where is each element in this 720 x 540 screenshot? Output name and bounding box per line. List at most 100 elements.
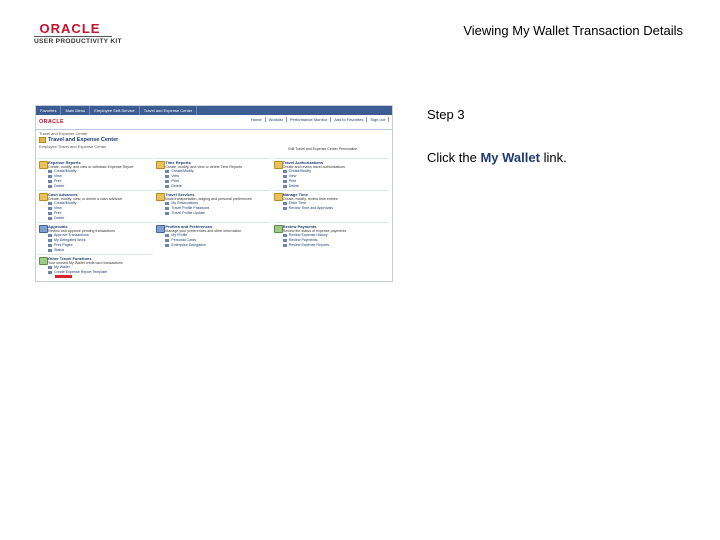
section-link[interactable]: Delete xyxy=(165,184,269,189)
page-icon xyxy=(282,244,287,247)
page-icon xyxy=(48,180,52,183)
page-icon xyxy=(165,207,170,210)
page-icon xyxy=(48,207,52,210)
folder-icon xyxy=(39,225,48,233)
section-link-label: Review Expense Reports xyxy=(288,243,330,247)
section-link[interactable]: Review Expense Reports xyxy=(282,243,387,248)
personalize-link[interactable]: Edit Travel and Expense Center Personali… xyxy=(288,147,357,151)
section-link-label: Review Time and Approvals xyxy=(288,206,334,210)
section-link[interactable]: Delete xyxy=(282,184,387,189)
page-icon xyxy=(165,234,170,237)
page-icon xyxy=(282,239,287,242)
menu-employee-self-service[interactable]: Employee Self-Service xyxy=(90,106,140,115)
page-icon xyxy=(165,212,170,215)
folder-icon xyxy=(39,137,46,143)
menu-bar: Favorites Main Menu Employee Self-Servic… xyxy=(36,106,392,115)
page-icon xyxy=(48,217,52,220)
page-icon xyxy=(165,202,170,205)
section-1: Time Reports Create, modify, and view or … xyxy=(155,158,271,190)
breadcrumb[interactable]: Travel and Expense Center xyxy=(36,130,392,137)
menu-main-menu[interactable]: Main Menu xyxy=(61,106,91,115)
section-6: Approvals Review and approve pending tran… xyxy=(38,222,154,254)
page-icon xyxy=(48,170,52,173)
menu-favorites[interactable]: Favorites xyxy=(36,106,62,115)
page-icon xyxy=(165,244,170,247)
application-screenshot: Favorites Main Menu Employee Self-Servic… xyxy=(35,105,393,282)
page-icon xyxy=(48,185,52,188)
folder-icon xyxy=(39,193,48,201)
menu-travel-expense-center[interactable]: Travel and Expense Center xyxy=(140,106,198,115)
folder-icon xyxy=(156,225,166,233)
section-5: Manage Time Create, modify, review time e… xyxy=(272,190,388,222)
nav-worklist[interactable]: Worklist xyxy=(266,117,287,122)
section-link-label: Travel Profile Update xyxy=(171,211,205,215)
my-wallet-link-text: My Wallet xyxy=(480,150,540,165)
page-icon xyxy=(48,249,52,252)
section-3: Cash Advances Create, modify, view, or de… xyxy=(38,190,154,222)
page-icon xyxy=(282,180,287,183)
app-header: ORACLE Home Worklist Performance Monitor… xyxy=(36,115,392,130)
section-link-label: Delete xyxy=(54,184,65,188)
page-icon xyxy=(48,244,52,247)
section-2: Travel Authorizations Create and review t… xyxy=(272,158,388,190)
section-8: Review Payments Review the status of expe… xyxy=(272,222,388,254)
my-wallet-highlight-marker xyxy=(55,275,72,278)
folder-icon xyxy=(156,193,166,201)
instruction-suffix: link. xyxy=(539,150,567,165)
section-7: Profiles and Preferences Manage your pref… xyxy=(155,222,271,254)
section-link[interactable]: Enterprise Delegation xyxy=(165,243,269,248)
page-icon xyxy=(48,202,52,205)
folder-icon xyxy=(39,257,48,265)
section-link[interactable]: Travel Profile Update xyxy=(165,211,269,216)
page-icon xyxy=(282,202,287,205)
page-icon xyxy=(282,170,287,173)
page-icon xyxy=(48,234,52,237)
page-icon xyxy=(48,175,52,178)
instruction-prefix: Click the xyxy=(427,150,481,165)
page-icon xyxy=(165,239,170,242)
folder-icon xyxy=(273,225,283,233)
page-icon xyxy=(48,239,52,242)
section-link-label: Delete xyxy=(288,184,300,188)
section-grid: Expense Reports Create, modify, and view … xyxy=(38,158,388,281)
folder-icon xyxy=(39,161,48,169)
step-instruction: Click the My Wallet link. xyxy=(427,150,567,165)
page-icon xyxy=(165,180,170,183)
nav-add-to-favorites[interactable]: Add to Favorites xyxy=(331,117,368,122)
app-oracle-logo: ORACLE xyxy=(39,119,65,125)
nav-home[interactable]: Home xyxy=(248,117,266,122)
section-link[interactable]: Status xyxy=(48,248,152,253)
header-nav: Home Worklist Performance Monitor Add to… xyxy=(248,117,389,122)
section-link-label: Enterprise Delegation xyxy=(171,243,206,247)
page-icon xyxy=(165,185,170,188)
upk-wordmark: USER PRODUCTIVITY KIT xyxy=(34,38,122,45)
section-link[interactable]: Delete xyxy=(48,216,152,221)
folder-icon xyxy=(156,161,166,169)
logo-divider xyxy=(34,36,112,37)
nav-sign-out[interactable]: Sign out xyxy=(367,117,389,122)
step-label: Step 3 xyxy=(427,107,465,122)
section-link-label: Delete xyxy=(171,184,182,188)
page-title-text: Travel and Expense Center xyxy=(48,137,119,143)
page-icon xyxy=(282,207,287,210)
section-0: Expense Reports Create, modify, and view … xyxy=(38,158,154,190)
page-icon xyxy=(282,175,287,178)
section-link-label: Delete xyxy=(54,216,65,220)
oracle-wordmark: ORACLE xyxy=(39,21,101,36)
page-icon xyxy=(48,212,52,215)
folder-icon xyxy=(273,193,283,201)
section-link[interactable]: Review Time and Approvals xyxy=(282,206,387,211)
nav-performance-monitor[interactable]: Performance Monitor xyxy=(287,117,332,122)
page-icon xyxy=(48,266,52,269)
section-link[interactable]: Delete xyxy=(48,184,152,189)
section-link-label: Status xyxy=(54,248,65,252)
page-icon xyxy=(282,234,287,237)
document-title: Viewing My Wallet Transaction Details xyxy=(463,23,683,38)
oracle-upk-logo: ORACLE USER PRODUCTIVITY KIT xyxy=(34,22,124,48)
folder-icon xyxy=(273,161,283,169)
page-icon xyxy=(165,175,170,178)
page-icon xyxy=(48,271,52,274)
section-4: Travel Services Book transportation, lodg… xyxy=(155,190,271,222)
page-icon xyxy=(165,170,170,173)
page-icon xyxy=(282,185,287,188)
